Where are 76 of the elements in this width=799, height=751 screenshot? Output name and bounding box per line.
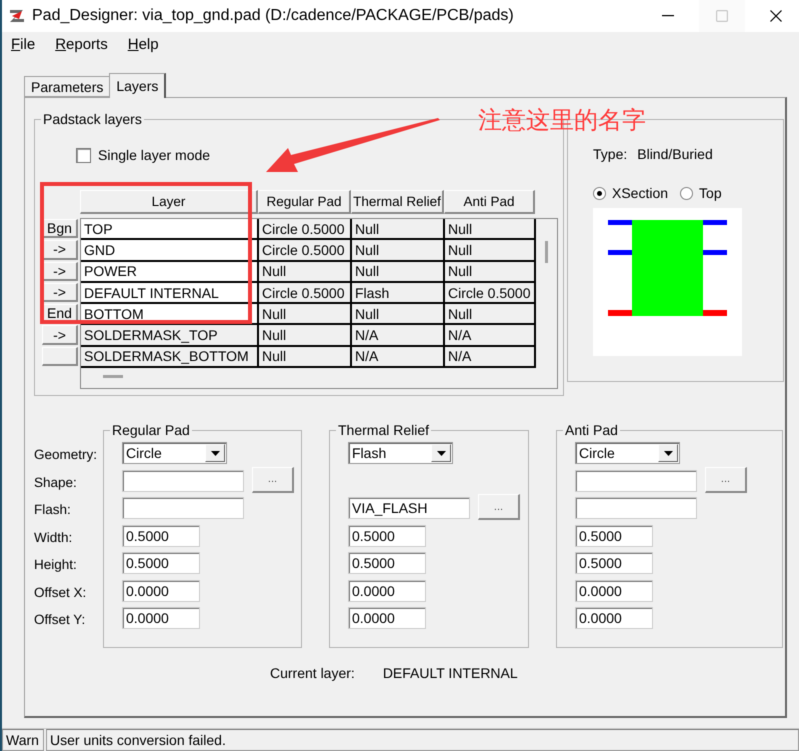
type-label: Type: bbox=[593, 146, 628, 162]
close-icon bbox=[770, 10, 782, 22]
checkbox-label: Single layer mode bbox=[98, 147, 210, 163]
table-cell: TOP bbox=[81, 219, 259, 238]
menu-item[interactable]: File bbox=[11, 36, 36, 52]
field-label: Flash: bbox=[34, 501, 72, 519]
menu-item[interactable]: Reports bbox=[55, 36, 108, 52]
input-field[interactable]: 0.0000 bbox=[575, 580, 653, 602]
input-field[interactable] bbox=[575, 497, 697, 519]
dropdown-arrow-icon bbox=[664, 450, 672, 456]
row-marker-button[interactable]: -> bbox=[42, 325, 78, 345]
status-level: Warn bbox=[2, 729, 44, 751]
field-label: Height: bbox=[34, 556, 78, 574]
field-label: Offset Y: bbox=[34, 611, 86, 629]
window-title: Pad_Designer: via_top_gnd.pad (D:/cadence/PACKAGE/PCB/pads) bbox=[32, 7, 515, 25]
geometry-dropdown[interactable]: Circle bbox=[575, 442, 680, 464]
row-marker-button[interactable]: -> bbox=[42, 282, 78, 302]
tab[interactable]: Layers bbox=[109, 73, 166, 98]
current-layer-label: Current layer: bbox=[270, 665, 355, 681]
column-header[interactable]: Thermal Relief bbox=[351, 190, 444, 214]
radio-option[interactable]: XSection bbox=[593, 185, 668, 201]
radio-option[interactable]: Top bbox=[680, 185, 722, 201]
scroll-thumb[interactable] bbox=[103, 375, 123, 378]
column-header[interactable]: Regular Pad bbox=[258, 190, 351, 214]
field-label: Geometry: bbox=[34, 446, 98, 464]
row-marker-button[interactable]: -> bbox=[42, 262, 78, 281]
checkbox[interactable] bbox=[76, 148, 91, 162]
dropdown-arrow-icon bbox=[436, 450, 446, 456]
input-field[interactable]: 0.5000 bbox=[348, 524, 426, 546]
status-message: User units conversion failed. bbox=[46, 729, 799, 751]
minimize-icon bbox=[662, 15, 674, 17]
input-field[interactable]: 0.5000 bbox=[575, 524, 653, 546]
radio-button[interactable] bbox=[593, 186, 606, 200]
input-field[interactable]: 0.0000 bbox=[348, 580, 426, 602]
input-field[interactable] bbox=[575, 470, 697, 492]
table-cell: POWER bbox=[81, 262, 259, 281]
browse-button[interactable]: ... bbox=[252, 466, 294, 492]
input-field[interactable]: 0.0000 bbox=[575, 607, 653, 629]
dropdown-arrow-icon bbox=[210, 450, 220, 456]
browse-button[interactable]: ... bbox=[705, 466, 747, 492]
group-title: Padstack layers bbox=[42, 111, 143, 127]
row-marker-button[interactable] bbox=[42, 346, 78, 366]
tab[interactable]: Parameters bbox=[24, 76, 110, 97]
group-title: Anti Pad bbox=[564, 422, 619, 438]
menu-item[interactable]: Help bbox=[128, 36, 159, 52]
input-field[interactable]: 0.5000 bbox=[575, 552, 653, 574]
group-title: Thermal Relief bbox=[337, 422, 430, 438]
input-field[interactable]: VIA_FLASH bbox=[348, 497, 470, 519]
type-value: Blind/Buried bbox=[637, 146, 713, 162]
input-field[interactable]: 0.5000 bbox=[122, 552, 200, 574]
field-label: Offset X: bbox=[34, 584, 88, 602]
field-label: Width: bbox=[34, 528, 74, 546]
group-title: Regular Pad bbox=[111, 422, 191, 438]
row-marker-button[interactable]: -> bbox=[42, 240, 78, 260]
field-label: Shape: bbox=[34, 474, 78, 492]
scroll-thumb[interactable] bbox=[545, 241, 548, 263]
geometry-dropdown[interactable]: Circle bbox=[122, 442, 227, 464]
input-field[interactable]: 0.0000 bbox=[122, 580, 200, 602]
browse-button[interactable]: ... bbox=[478, 494, 520, 520]
row-marker-button[interactable]: Bgn bbox=[42, 219, 78, 238]
column-header[interactable]: Layer bbox=[80, 190, 258, 214]
annotation-text: 注意这里的名字 bbox=[478, 105, 646, 136]
column-header[interactable]: Anti Pad bbox=[444, 190, 535, 214]
geometry-dropdown[interactable]: Flash bbox=[348, 442, 453, 464]
input-field[interactable]: 0.0000 bbox=[348, 607, 426, 629]
input-field[interactable]: 0.5000 bbox=[348, 552, 426, 574]
table-cell: GND bbox=[81, 240, 259, 260]
input-field[interactable]: 0.5000 bbox=[122, 524, 200, 546]
maximize-icon bbox=[716, 10, 728, 22]
input-field[interactable] bbox=[122, 497, 244, 519]
current-layer-value: DEFAULT INTERNAL bbox=[382, 665, 518, 681]
app-icon bbox=[8, 7, 26, 25]
table-cell: DEFAULT INTERNAL bbox=[81, 282, 259, 302]
radio-button[interactable] bbox=[680, 186, 694, 200]
input-field[interactable] bbox=[122, 470, 244, 492]
input-field[interactable]: 0.0000 bbox=[122, 607, 200, 629]
